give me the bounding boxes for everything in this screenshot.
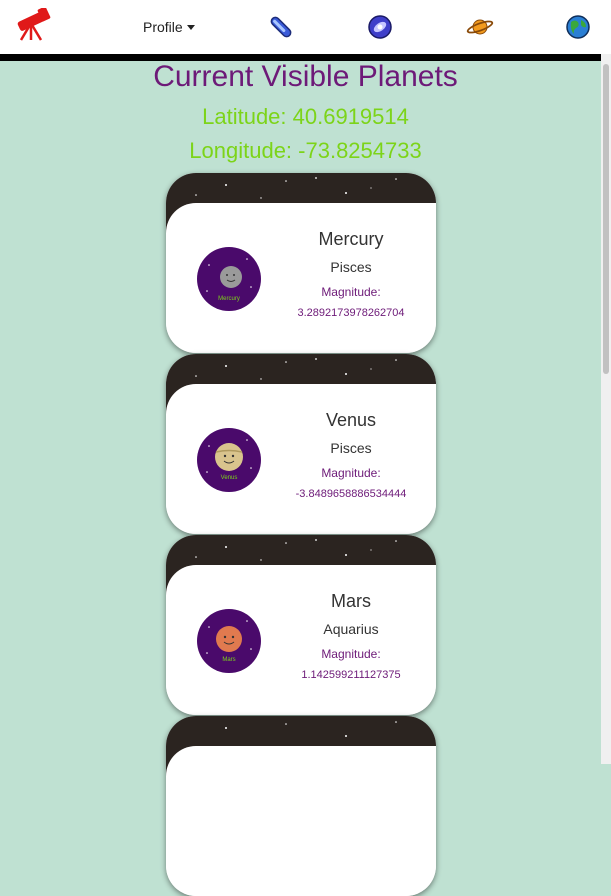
venus-thumbnail: Venus <box>197 428 261 492</box>
magnitude-label: Magnitude: <box>321 647 381 661</box>
svg-text:Mercury: Mercury <box>218 296 240 302</box>
planet-card-mercury[interactable]: Mercury Mercury Pisces Magnitude: 3.2892… <box>166 173 436 353</box>
planet-card-venus[interactable]: Venus Venus Pisces Magnitude: -3.8489658… <box>166 354 436 534</box>
planet-name: Mars <box>331 591 371 611</box>
scroll-thumb[interactable] <box>603 64 609 374</box>
magnitude-value: -3.8489658886534444 <box>295 488 407 500</box>
planet-name: Mercury <box>318 229 384 249</box>
planet-constellation: Aquarius <box>323 621 379 637</box>
comet-icon[interactable] <box>268 12 294 42</box>
longitude-text: Longitude: -73.8254733 <box>189 138 422 163</box>
profile-label: Profile <box>143 19 183 35</box>
caret-down-icon <box>186 24 195 30</box>
planet-card-partial[interactable] <box>166 716 436 896</box>
magnitude-value: 3.2892173978262704 <box>297 307 405 319</box>
planet-name: Venus <box>325 410 377 430</box>
top-navbar: Profile <box>0 0 611 61</box>
latitude-text: Latitude: 40.6919514 <box>202 104 409 129</box>
mars-thumbnail: Mars <box>197 609 261 673</box>
planet-info: Mars Aquarius Magnitude: 1.1425992111273… <box>278 591 424 681</box>
planet-card-mars[interactable]: Mars Mars Aquarius Magnitude: 1.14259921… <box>166 535 436 715</box>
planet-constellation: Pisces <box>330 259 372 275</box>
profile-dropdown[interactable]: Profile <box>143 12 195 42</box>
card-body <box>166 746 436 896</box>
svg-text:Venus: Venus <box>221 475 238 481</box>
planet-info: Venus Pisces Magnitude: -3.8489658886534… <box>278 410 424 500</box>
galaxy-icon[interactable] <box>367 12 393 42</box>
mercury-thumbnail: Mercury <box>197 247 261 311</box>
earth-icon[interactable] <box>565 12 591 42</box>
telescope-logo-icon[interactable] <box>14 8 52 41</box>
magnitude-label: Magnitude: <box>321 285 381 299</box>
planet-info: Mercury Pisces Magnitude: 3.289217397826… <box>278 229 424 319</box>
magnitude-value: 1.142599211127375 <box>301 669 401 681</box>
saturn-icon[interactable] <box>466 12 494 42</box>
magnitude-label: Magnitude: <box>321 466 381 480</box>
scrollbar[interactable] <box>601 54 611 764</box>
page-title: Current Visible Planets <box>153 60 458 93</box>
planet-constellation: Pisces <box>330 440 372 456</box>
svg-text:Mars: Mars <box>222 657 235 663</box>
